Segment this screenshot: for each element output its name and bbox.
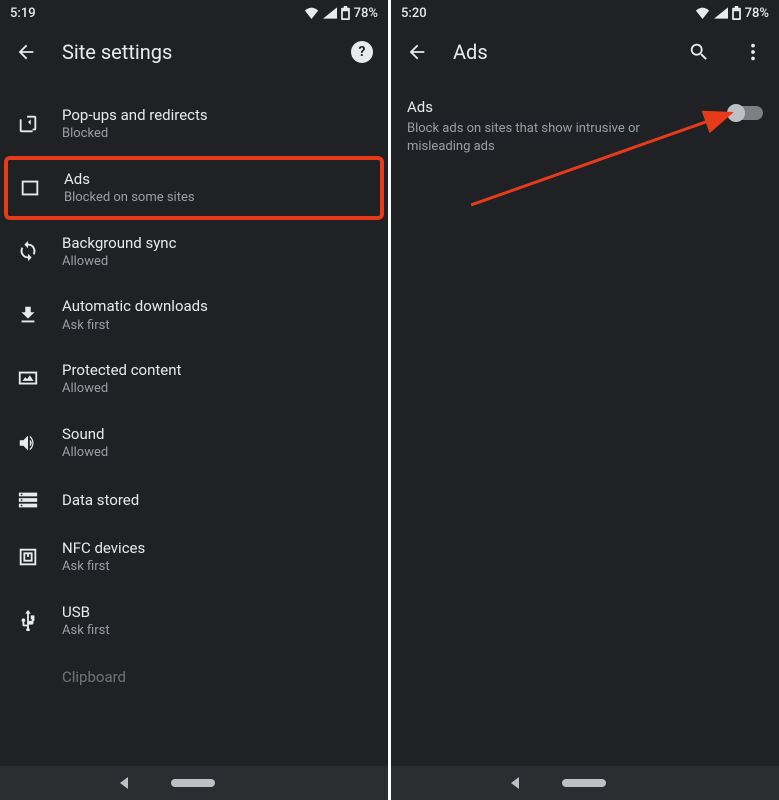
setting-sub: Ask first bbox=[62, 622, 372, 640]
toggle-knob bbox=[727, 104, 745, 122]
setting-sound[interactable]: Sound Allowed bbox=[0, 411, 388, 475]
back-icon[interactable] bbox=[405, 40, 429, 64]
setting-data-stored[interactable]: Data stored bbox=[0, 475, 388, 525]
battery-percent: 78% bbox=[745, 6, 769, 21]
nav-bar bbox=[391, 766, 779, 800]
usb-icon bbox=[16, 608, 40, 632]
nfc-icon bbox=[16, 545, 40, 569]
status-bar: 5:20 78% bbox=[391, 0, 779, 26]
wifi-icon bbox=[304, 7, 319, 19]
signal-icon bbox=[323, 7, 337, 19]
nav-back-icon[interactable] bbox=[120, 777, 128, 789]
sync-icon bbox=[16, 239, 40, 263]
protected-icon bbox=[16, 367, 40, 391]
battery-percent: 78% bbox=[354, 6, 378, 21]
app-bar: Site settings ? bbox=[0, 26, 388, 78]
popup-icon bbox=[16, 112, 40, 136]
sound-icon bbox=[16, 431, 40, 455]
setting-title: Clipboard bbox=[62, 667, 372, 687]
setting-ads[interactable]: Ads Blocked on some sites bbox=[4, 156, 384, 220]
setting-title: NFC devices bbox=[62, 538, 372, 558]
page-title: Site settings bbox=[62, 40, 326, 64]
storage-icon bbox=[16, 488, 40, 512]
battery-icon bbox=[341, 6, 350, 20]
setting-auto-downloads[interactable]: Automatic downloads Ask first bbox=[0, 283, 388, 347]
setting-title: Protected content bbox=[62, 360, 372, 380]
wifi-icon bbox=[695, 7, 710, 19]
clipboard-icon bbox=[16, 665, 40, 689]
setting-nfc[interactable]: NFC devices Ask first bbox=[0, 525, 388, 589]
signal-icon bbox=[714, 7, 728, 19]
ads-content: Ads Block ads on sites that show intrusi… bbox=[391, 78, 779, 766]
help-icon[interactable]: ? bbox=[350, 40, 374, 64]
nav-bar bbox=[0, 766, 388, 800]
back-icon[interactable] bbox=[14, 40, 38, 64]
setting-sub: Allowed bbox=[62, 444, 372, 462]
app-bar: Ads bbox=[391, 26, 779, 78]
settings-list: Pop-ups and redirects Blocked Ads Blocke… bbox=[0, 78, 388, 766]
setting-title: USB bbox=[62, 602, 372, 622]
setting-background-sync[interactable]: Background sync Allowed bbox=[0, 220, 388, 284]
setting-sub: Allowed bbox=[62, 380, 372, 398]
setting-sub: Allowed bbox=[62, 253, 372, 271]
nav-home-icon[interactable] bbox=[171, 779, 215, 787]
more-icon[interactable] bbox=[741, 40, 765, 64]
setting-title: Pop-ups and redirects bbox=[62, 105, 372, 125]
nav-home-icon[interactable] bbox=[562, 779, 606, 787]
setting-sub: Blocked on some sites bbox=[64, 189, 368, 207]
setting-clipboard[interactable]: Clipboard bbox=[0, 652, 388, 702]
page-title: Ads bbox=[453, 40, 663, 64]
search-icon[interactable] bbox=[687, 40, 711, 64]
setting-usb[interactable]: USB Ask first bbox=[0, 589, 388, 653]
screen-ads-detail: 5:20 78% Ads Ads B bbox=[391, 0, 779, 800]
setting-title: Automatic downloads bbox=[62, 296, 372, 316]
ads-toggle[interactable] bbox=[729, 106, 763, 120]
setting-popups[interactable]: Pop-ups and redirects Blocked bbox=[0, 92, 388, 156]
setting-sub: Blocked bbox=[62, 125, 372, 143]
battery-icon bbox=[732, 6, 741, 20]
nav-back-icon[interactable] bbox=[511, 777, 519, 789]
ads-icon bbox=[18, 176, 42, 200]
setting-title: Ads bbox=[64, 169, 368, 189]
ads-heading: Ads bbox=[407, 98, 729, 116]
setting-sub: Ask first bbox=[62, 317, 372, 335]
ads-description: Block ads on sites that show intrusive o… bbox=[407, 120, 658, 156]
ads-toggle-row: Ads Block ads on sites that show intrusi… bbox=[391, 92, 779, 162]
setting-sub: Ask first bbox=[62, 558, 372, 576]
setting-title: Background sync bbox=[62, 233, 372, 253]
status-time: 5:19 bbox=[10, 6, 304, 21]
status-time: 5:20 bbox=[401, 6, 695, 21]
status-bar: 5:19 78% bbox=[0, 0, 388, 26]
setting-title: Data stored bbox=[62, 490, 372, 510]
setting-title: Sound bbox=[62, 424, 372, 444]
setting-protected-content[interactable]: Protected content Allowed bbox=[0, 347, 388, 411]
screen-site-settings: 5:19 78% Site settings ? bbox=[0, 0, 388, 800]
download-icon bbox=[16, 303, 40, 327]
